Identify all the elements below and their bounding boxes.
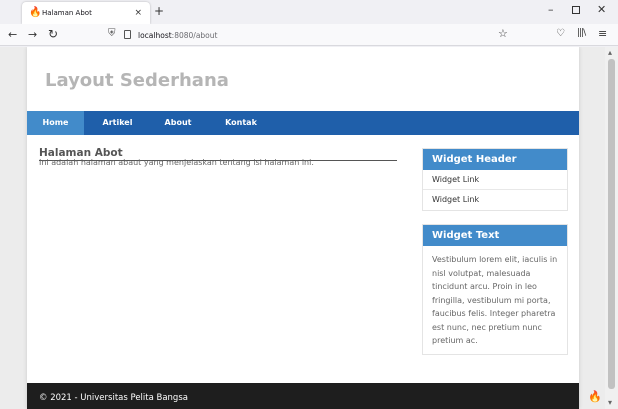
minimize-icon[interactable]: – <box>548 3 554 16</box>
reload-icon[interactable]: ↻ <box>48 27 58 41</box>
browser-toolbar: ← → ↻ ⛨ localhost:8080/about ☆ ♡ |||\ ≡ <box>0 24 618 46</box>
url-path: :8080/about <box>171 31 218 40</box>
scroll-thumb[interactable] <box>608 59 615 389</box>
url-host: localhost <box>138 31 172 40</box>
site-footer: © 2021 - Universitas Pelita Bangsa <box>27 383 579 409</box>
page-viewport: Layout Sederhana Home Artikel About Kont… <box>0 47 605 409</box>
page-container: Layout Sederhana Home Artikel About Kont… <box>27 47 579 409</box>
main-nav: Home Artikel About Kontak <box>27 111 579 135</box>
widget-link[interactable]: Widget Link <box>423 170 567 190</box>
close-window-icon[interactable]: ✕ <box>597 3 606 16</box>
nav-home[interactable]: Home <box>27 111 84 135</box>
back-icon[interactable]: ← <box>8 28 17 41</box>
widget-text-body: Vestibulum lorem elit, iaculis in nisl v… <box>432 255 558 345</box>
codeigniter-toolbar-icon[interactable]: 🔥 <box>588 390 602 403</box>
new-tab-button[interactable]: + <box>154 4 164 18</box>
widget-text-box: Widget Text Vestibulum lorem elit, iacul… <box>422 224 568 355</box>
widget-link[interactable]: Widget Link <box>423 190 567 210</box>
widget-header-box: Widget Header Widget Link Widget Link <box>422 148 568 211</box>
star-icon[interactable]: ☆ <box>498 27 508 40</box>
tab-close-button[interactable]: × <box>134 6 142 20</box>
codeigniter-favicon-icon: 🔥 <box>29 7 42 18</box>
vertical-scrollbar[interactable]: ▴ ▾ <box>605 47 618 409</box>
article-body: Ini adalah halaman abaut yang menjelaska… <box>39 158 314 167</box>
tab-title: Halaman Abot <box>42 9 92 17</box>
widget-text-title: Widget Text <box>423 225 567 246</box>
pocket-icon[interactable]: ♡ <box>556 28 565 39</box>
menu-icon[interactable]: ≡ <box>598 27 607 40</box>
nav-kontak[interactable]: Kontak <box>212 111 270 135</box>
maximize-icon[interactable] <box>572 6 580 14</box>
nav-about[interactable]: About <box>154 111 202 135</box>
nav-artikel[interactable]: Artikel <box>91 111 144 135</box>
widget-header-title: Widget Header <box>423 149 567 170</box>
page-icon <box>124 30 131 39</box>
browser-tab[interactable]: 🔥 Halaman Abot × <box>22 2 150 24</box>
scroll-up-icon[interactable]: ▴ <box>608 48 612 57</box>
shield-icon[interactable]: ⛨ <box>108 28 116 39</box>
forward-icon[interactable]: → <box>28 28 37 41</box>
site-title: Layout Sederhana <box>45 70 229 91</box>
address-bar[interactable]: localhost:8080/about <box>138 30 217 41</box>
library-icon[interactable]: |||\ <box>577 28 586 38</box>
scroll-down-icon[interactable]: ▾ <box>608 398 612 407</box>
browser-tab-bar: 🔥 Halaman Abot × + – ✕ <box>0 0 618 24</box>
